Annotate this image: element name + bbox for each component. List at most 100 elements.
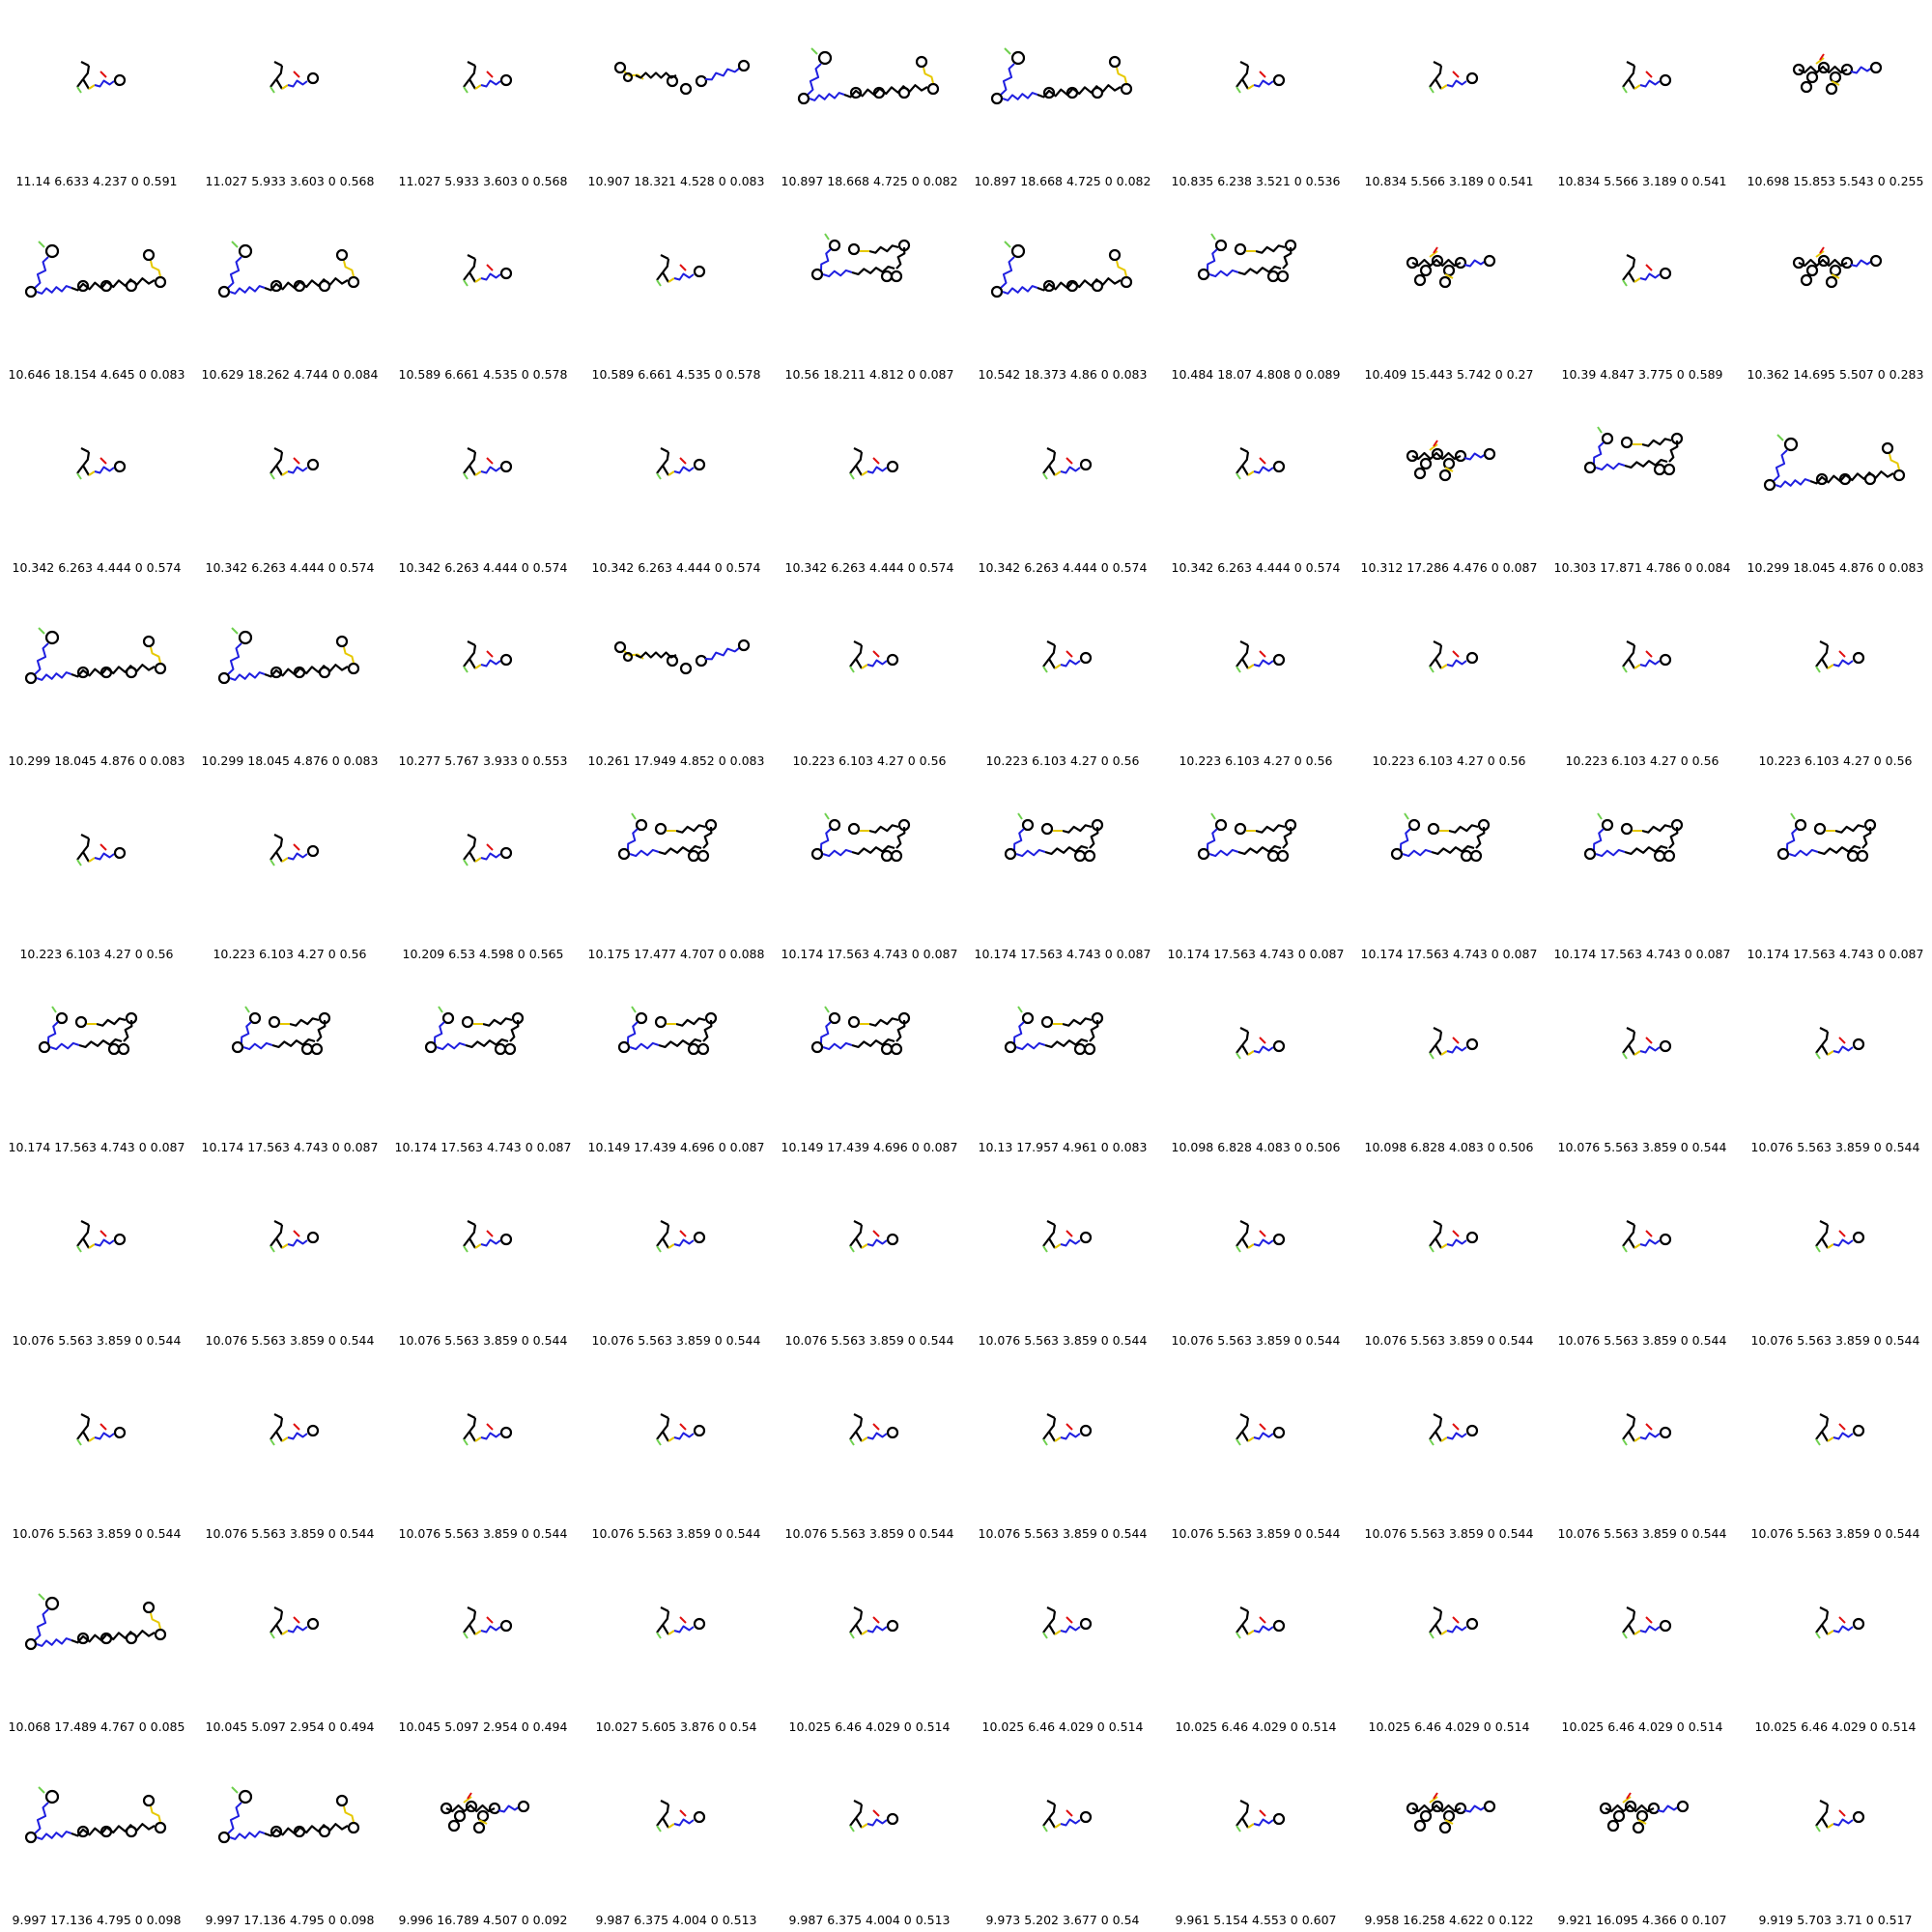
molecule-drawing	[270, 447, 320, 480]
molecule-caption: 10.342 6.263 4.444 0 0.574	[591, 560, 761, 575]
molecule-caption: 10.209 6.53 4.598 0 0.565	[402, 947, 564, 961]
molecule-cell: 10.076 5.563 3.859 0 0.544	[580, 1352, 773, 1546]
fluorine-bond	[1815, 1825, 1821, 1833]
sulfur-bond	[668, 470, 675, 476]
molecule-caption: 10.076 5.563 3.859 0 0.544	[1364, 1526, 1534, 1541]
bond-chain	[1048, 1417, 1057, 1433]
ring-atom-group	[1892, 469, 1906, 482]
fluorine-bond	[1429, 86, 1435, 94]
ring-atom-group	[318, 1825, 331, 1838]
molecule-cell: 10.299 18.045 4.876 0 0.083	[193, 580, 386, 773]
ring-atom-group	[847, 242, 861, 256]
bond-chain	[1241, 1224, 1250, 1239]
nitrogen-chain	[94, 1238, 115, 1247]
nitrogen-chain	[1463, 452, 1487, 461]
bond-chain	[469, 258, 477, 273]
nitrogen-chain	[1639, 79, 1661, 88]
molecule-caption: 10.629 18.262 4.744 0 0.084	[201, 367, 379, 382]
molecule-cell: 9.958 16.258 4.622 0 0.122	[1352, 1739, 1546, 1932]
ring-atom-group	[817, 50, 833, 66]
ring-atom-group	[238, 243, 253, 259]
sulfur-bond	[1440, 84, 1448, 90]
ring-atom-group	[990, 285, 1004, 298]
ring-atom-group	[238, 1789, 253, 1804]
molecule-cell: 10.025 6.46 4.029 0 0.514	[1546, 1546, 1739, 1739]
molecule-cell: 10.076 5.563 3.859 0 0.544	[966, 1352, 1159, 1546]
nitrogen-chain	[1833, 1238, 1854, 1247]
ring-atom-group	[1659, 1233, 1672, 1246]
ring-atom-group	[472, 1821, 486, 1834]
sulfur-bond	[150, 1612, 161, 1630]
sulfur-bond	[861, 664, 868, 669]
sulfur-bond	[343, 646, 355, 664]
bond-chain	[868, 1017, 899, 1027]
bond-chain	[851, 1038, 895, 1048]
nitrogen-chain	[1002, 92, 1038, 101]
oxygen-bond	[1065, 650, 1073, 658]
ring-atom-group	[1601, 818, 1614, 832]
ring-atom-group	[1852, 1231, 1865, 1244]
bond-chain	[275, 65, 284, 80]
sulfur-bond	[668, 1630, 675, 1635]
molecule-drawing	[270, 1220, 320, 1253]
ring-atom-group	[1390, 847, 1404, 861]
bond-chain	[1255, 244, 1286, 254]
molecule-drawing	[76, 1413, 127, 1446]
ring-atom-group	[318, 279, 331, 293]
ring-atom-group	[44, 1596, 60, 1611]
fluorine-bond	[76, 1245, 82, 1253]
nitrogen-chain	[287, 466, 308, 474]
molecule-drawing	[656, 1413, 706, 1446]
ring-atom-group	[1805, 264, 1819, 277]
ring-atom-group	[1662, 463, 1676, 476]
bond-chain	[82, 65, 91, 80]
molecule-drawing	[1583, 426, 1684, 476]
ring-atom-group	[654, 822, 668, 836]
fluorine-bond	[1622, 666, 1628, 673]
ring-atom-group	[24, 1831, 38, 1844]
bond-chain	[275, 451, 284, 467]
ring-atom-group	[1469, 849, 1483, 863]
ring-atom-group	[687, 849, 700, 863]
nitrogen-chain	[1400, 828, 1411, 851]
fluorine-bond	[270, 859, 275, 867]
nitrogen-chain	[822, 1041, 853, 1051]
molecule-cell: 10.907 18.321 4.528 0 0.083	[580, 0, 773, 193]
bond-chain	[1821, 1417, 1830, 1433]
molecule-caption: 10.223 6.103 4.27 0 0.56	[985, 753, 1140, 768]
oxygen-bond	[1259, 650, 1266, 658]
nitrogen-chain	[1060, 1238, 1081, 1247]
sulfur-bond	[1247, 1436, 1255, 1442]
nitrogen-chain	[227, 256, 242, 289]
molecule-drawing	[1236, 1800, 1286, 1833]
molecule-grid: 11.14 6.633 4.237 0 0.591 11.027 5.933 3.…	[0, 0, 1932, 1932]
bond-chain	[82, 838, 91, 853]
ring-atom-group	[880, 1042, 894, 1056]
molecule-caption: 9.996 16.789 4.507 0 0.092	[398, 1913, 568, 1927]
fluorine-bond	[1042, 472, 1048, 480]
fluorine-bond	[824, 1006, 830, 1013]
oxygen-bond	[872, 457, 880, 465]
molecule-drawing	[617, 1006, 718, 1056]
sulfur-bond	[861, 1630, 868, 1635]
bond-chain	[1624, 459, 1668, 469]
ring-atom-group	[687, 1042, 700, 1056]
ring-atom-group	[1620, 822, 1634, 836]
ring-atom-group	[1010, 50, 1026, 66]
molecule-caption: 10.025 6.46 4.029 0 0.514	[1754, 1719, 1917, 1734]
molecule-caption: 10.076 5.563 3.859 0 0.544	[784, 1333, 954, 1348]
nitrogen-chain	[1446, 1432, 1467, 1440]
bond-chain	[1241, 1610, 1250, 1626]
bond-chain	[658, 845, 702, 855]
ring-atom-group	[1881, 441, 1894, 455]
ring-atom-group	[1583, 461, 1597, 474]
nitrogen-chain	[1253, 1045, 1274, 1054]
molecule-cell: 10.342 6.263 4.444 0 0.574	[0, 386, 193, 580]
fluorine-bond	[824, 233, 830, 241]
molecule-drawing	[217, 1786, 360, 1844]
molecule-cell: 10.342 6.263 4.444 0 0.574	[966, 386, 1159, 580]
oxygen-bond	[1645, 1037, 1653, 1044]
bond-chain	[1448, 824, 1479, 834]
nitrogen-chain	[1253, 466, 1274, 474]
ring-atom-group	[1783, 437, 1799, 452]
